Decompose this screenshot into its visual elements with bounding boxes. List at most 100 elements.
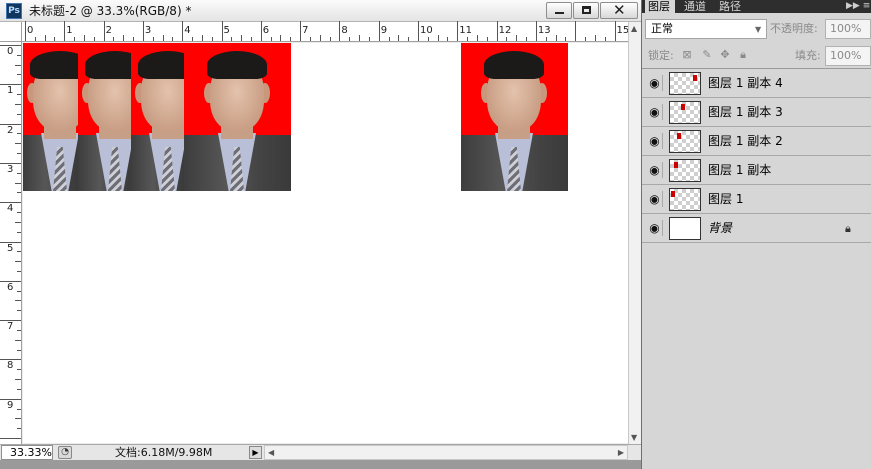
ruler-tick <box>123 35 125 41</box>
ruler-tick <box>17 388 21 390</box>
ruler-tick <box>290 37 292 41</box>
chevron-down-icon[interactable]: ▼ <box>755 25 761 34</box>
layer-name[interactable]: 图层 1 副本 <box>708 163 771 178</box>
vertical-ruler[interactable]: 0 1 2 3 4 5 6 7 8 9 <box>0 42 22 444</box>
ruler-tick <box>378 21 380 41</box>
ruler-tick <box>368 37 370 41</box>
ruler-tick <box>172 37 174 41</box>
lock-image-pixels-icon[interactable]: ✎ <box>701 49 713 61</box>
status-menu-arrow-icon[interactable]: ▶ <box>249 446 262 459</box>
ruler-tick <box>44 35 46 41</box>
lock-position-icon[interactable]: ✥ <box>719 49 731 61</box>
ruler-label: 5 <box>7 242 14 254</box>
layer-thumbnail-content <box>674 162 678 168</box>
zoom-level-field[interactable]: 33.33% <box>1 445 53 460</box>
ruler-tick <box>15 261 21 263</box>
layer-name[interactable]: 图层 1 副本 4 <box>708 76 783 91</box>
vertical-scrollbar[interactable]: ▲ ▼ <box>628 22 641 444</box>
ruler-tick <box>585 37 587 41</box>
layer-thumbnail[interactable] <box>669 188 701 211</box>
ruler-label: 9 <box>7 399 14 411</box>
scroll-down-icon[interactable]: ▼ <box>631 433 637 442</box>
ruler-tick <box>182 21 184 41</box>
ruler-tick <box>17 153 21 155</box>
eye-icon[interactable]: ◉ <box>647 133 663 149</box>
document-info-icon[interactable]: ◔ <box>58 446 72 459</box>
layer-row[interactable]: ◉ 图层 1 副本 3 <box>642 98 871 127</box>
opacity-label: 不透明度: <box>770 22 818 35</box>
maximize-button[interactable] <box>573 2 599 19</box>
tab-paths[interactable]: 路径 <box>719 0 741 13</box>
scroll-up-icon[interactable]: ▲ <box>631 24 637 33</box>
blend-mode-select[interactable]: 正常 <box>645 19 767 39</box>
layer-name[interactable]: 图层 1 副本 2 <box>708 134 783 149</box>
ruler-tick <box>133 37 135 41</box>
layer-thumbnail-content <box>693 75 697 81</box>
horizontal-ruler[interactable]: 0 1 2 3 4 5 6 7 8 9 10 11 12 13 15 <box>22 21 629 42</box>
ruler-tick <box>418 21 419 41</box>
ruler-tick <box>359 35 361 41</box>
ruler-tick <box>447 37 449 41</box>
ruler-origin[interactable] <box>0 22 22 42</box>
layer-row[interactable]: ◉ 图层 1 副本 4 <box>642 69 871 98</box>
layer-thumbnail[interactable] <box>669 159 701 182</box>
tab-channels[interactable]: 通道 <box>684 0 706 13</box>
fill-field[interactable]: 100% <box>825 46 871 66</box>
photo-hair <box>207 51 267 79</box>
ruler-tick <box>152 37 154 41</box>
ruler-label: 4 <box>7 203 14 215</box>
ruler-tick <box>17 192 21 194</box>
ruler-tick <box>555 35 557 41</box>
layer-thumbnail[interactable] <box>669 72 701 95</box>
eye-icon[interactable]: ◉ <box>647 162 663 178</box>
layer-thumbnail[interactable] <box>669 217 701 240</box>
ruler-tick <box>17 74 21 76</box>
layer-name[interactable]: 背景 <box>708 221 732 236</box>
eye-icon[interactable]: ◉ <box>647 104 663 120</box>
ruler-tick <box>221 21 223 41</box>
eye-icon[interactable]: ◉ <box>647 191 663 207</box>
layer-row[interactable]: ◉ 图层 1 <box>642 185 871 214</box>
id-photo <box>23 43 78 191</box>
minimize-button[interactable] <box>546 2 572 19</box>
scroll-left-icon[interactable]: ◀ <box>268 446 274 459</box>
opacity-field[interactable]: 100% <box>825 19 871 39</box>
ruler-tick <box>604 37 606 41</box>
lock-all-icon[interactable]: 🔒︎ <box>737 49 749 61</box>
layer-name[interactable]: 图层 1 <box>708 192 743 207</box>
ruler-label: 9 <box>380 25 388 36</box>
tab-layers[interactable]: 图层 <box>645 0 675 13</box>
ruler-tick <box>467 37 469 41</box>
layer-thumbnail[interactable] <box>669 130 701 153</box>
layer-row[interactable]: ◉ 背景 🔒︎ <box>642 214 871 243</box>
scroll-right-icon[interactable]: ▶ <box>618 446 624 459</box>
layer-thumbnail-content <box>671 191 675 197</box>
ruler-tick <box>0 438 21 439</box>
eye-icon[interactable]: ◉ <box>647 220 663 236</box>
workspace-background <box>0 460 641 469</box>
ruler-tick <box>192 37 194 41</box>
ruler-label: 5 <box>223 25 230 36</box>
ruler-tick <box>17 251 21 253</box>
ruler-tick <box>74 37 76 41</box>
horizontal-scrollbar[interactable]: ◀ ▶ <box>264 445 628 460</box>
close-button[interactable]: ✕ <box>600 1 638 19</box>
eye-icon[interactable]: ◉ <box>647 75 663 91</box>
layer-row[interactable]: ◉ 图层 1 副本 2 <box>642 127 871 156</box>
ruler-tick <box>398 35 400 41</box>
ruler-tick <box>25 21 26 41</box>
ruler-tick <box>614 21 616 41</box>
close-icon: ✕ <box>613 1 626 19</box>
layer-row[interactable]: ◉ 图层 1 副本 <box>642 156 871 185</box>
ruler-tick <box>17 113 21 115</box>
document-canvas[interactable] <box>23 43 628 443</box>
ruler-label: 8 <box>341 25 348 36</box>
lock-transparency-icon[interactable]: ⊠ <box>681 49 693 61</box>
panel-menu-icon[interactable]: ▶▶ ≡ <box>846 0 870 13</box>
layer-thumbnail[interactable] <box>669 101 701 124</box>
panel-tab-bar <box>642 0 871 13</box>
layer-name[interactable]: 图层 1 副本 3 <box>708 105 783 120</box>
ruler-tick <box>506 37 508 41</box>
ruler-label: 0 <box>7 46 14 57</box>
photo-hair <box>484 51 544 79</box>
